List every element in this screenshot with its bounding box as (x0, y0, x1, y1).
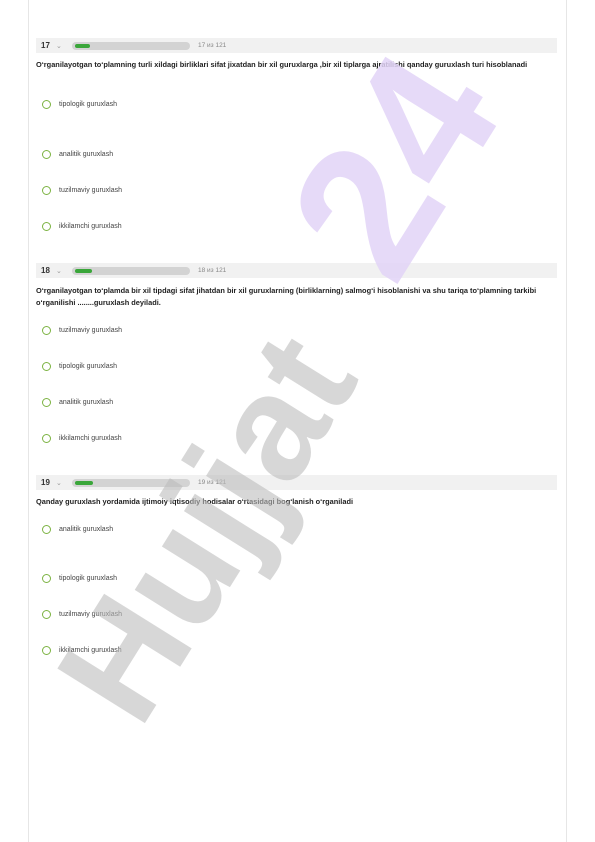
question-text: O‘rganilayotgan to‘plamda bir xil tipdag… (36, 286, 537, 307)
answer-option[interactable]: tuzilmaviy guruxlash (42, 326, 122, 335)
radio-button[interactable] (42, 398, 51, 407)
option-label: ikkilamchi guruxlash (59, 223, 122, 230)
answer-option[interactable]: tipologik guruxlash (42, 362, 117, 371)
question-number: 18 (41, 266, 50, 275)
radio-button[interactable] (42, 646, 51, 655)
answer-option[interactable]: ikkilamchi guruxlash (42, 646, 122, 655)
chevron-down-icon[interactable]: ⌄ (56, 42, 68, 50)
option-label: tipologik guruxlash (59, 363, 117, 370)
question-number: 17 (41, 41, 50, 50)
option-label: analitik guruxlash (59, 399, 114, 406)
option-label: ikkilamchi guruxlash (59, 435, 122, 442)
radio-button[interactable] (42, 362, 51, 371)
question-text: Qanday guruxlash yordamida ijtimoiy iqti… (36, 497, 354, 506)
option-label: tipologik guruxlash (59, 575, 117, 582)
answer-option[interactable]: analitik guruxlash (42, 398, 113, 407)
page-border-left (28, 0, 29, 842)
radio-button[interactable] (42, 574, 51, 583)
question-header: 18 ⌄ 18 из 121 (36, 263, 557, 278)
question-number: 19 (41, 478, 50, 487)
answer-option[interactable]: ikkilamchi guruxlash (42, 434, 122, 443)
radio-button[interactable] (42, 150, 51, 159)
progress-fill (75, 268, 92, 273)
question-counter: 17 из 121 (198, 42, 227, 49)
option-label: tipologik guruxlash (59, 101, 117, 108)
option-label: tuzilmaviy guruxlash (59, 611, 123, 618)
radio-button[interactable] (42, 610, 51, 619)
progress-fill (75, 480, 93, 485)
option-label: analitik guruxlash (59, 526, 114, 533)
question-header: 17 ⌄ 17 из 121 (36, 38, 557, 53)
radio-button[interactable] (42, 326, 51, 335)
question-counter: 18 из 121 (198, 267, 227, 274)
chevron-down-icon[interactable]: ⌄ (56, 267, 68, 275)
question-counter: 19 из 121 (198, 479, 227, 486)
answer-option[interactable]: tuzilmaviy guruxlash (42, 610, 122, 619)
radio-button[interactable] (42, 434, 51, 443)
question-header: 19 ⌄ 19 из 121 (36, 475, 557, 490)
option-label: tuzilmaviy guruxlash (59, 187, 123, 194)
radio-button[interactable] (42, 525, 51, 534)
radio-button[interactable] (42, 186, 51, 195)
option-label: analitik guruxlash (59, 151, 114, 158)
progress-bar (72, 41, 190, 50)
radio-button[interactable] (42, 222, 51, 231)
answer-option[interactable]: analitik guruxlash (42, 525, 113, 534)
question-text: O‘rganilayotgan to‘plamning turli xildag… (36, 60, 528, 69)
answer-option[interactable]: tipologik guruxlash (42, 574, 117, 583)
watermark: 24 Hujjat (24, 20, 541, 749)
chevron-down-icon[interactable]: ⌄ (56, 479, 68, 487)
option-label: ikkilamchi guruxlash (59, 647, 122, 654)
answer-option[interactable]: ikkilamchi guruxlash (42, 222, 122, 231)
progress-bar (72, 266, 190, 275)
option-label: tuzilmaviy guruxlash (59, 327, 123, 334)
progress-fill (75, 43, 91, 48)
progress-bar (72, 478, 190, 487)
answer-option[interactable]: tipologik guruxlash (42, 100, 117, 109)
radio-button[interactable] (42, 100, 51, 109)
page-border-right (566, 0, 567, 842)
answer-option[interactable]: tuzilmaviy guruxlash (42, 186, 122, 195)
answer-option[interactable]: analitik guruxlash (42, 150, 113, 159)
